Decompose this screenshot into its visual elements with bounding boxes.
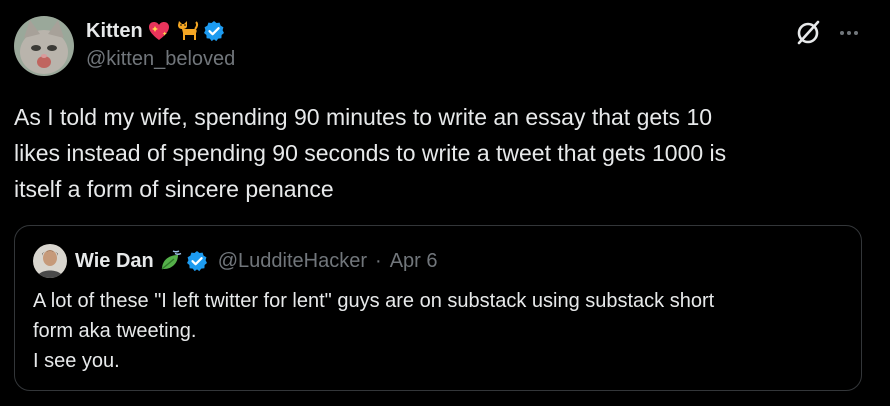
leaf-fluttering-in-wind-icon — [158, 249, 182, 273]
quoted-tweet-text: A lot of these "I left twitter for lent"… — [33, 290, 715, 372]
quoted-author-avatar[interactable] — [33, 244, 67, 278]
quoted-handle[interactable]: @LudditeHacker — [218, 250, 367, 273]
quoted-verified-badge-icon — [186, 250, 208, 272]
verified-badge-icon — [203, 20, 225, 42]
sparkling-heart-icon — [147, 19, 171, 43]
more-options-icon[interactable] — [834, 18, 864, 48]
grok-icon[interactable] — [793, 18, 823, 48]
quoted-date[interactable]: Apr 6 — [390, 250, 438, 273]
author-display-name[interactable]: Kitten — [86, 20, 143, 43]
quoted-author-row[interactable]: Wie Dan @LudditeHacker · Apr 6 — [75, 246, 438, 276]
quoted-separator: · — [375, 249, 382, 272]
author-avatar[interactable] — [14, 16, 74, 76]
quoted-tweet[interactable]: Wie Dan @LudditeHacker · Apr 6 A lot of … — [14, 225, 862, 391]
quoted-display-name[interactable]: Wie Dan — [75, 250, 154, 273]
author-name-row[interactable]: Kitten — [86, 16, 225, 46]
tweet: Kitten @kitten_beloved As I told my wife… — [0, 0, 890, 406]
tweet-text: As I told my wife, spending 90 minutes t… — [14, 104, 727, 202]
cat-icon — [175, 19, 199, 43]
author-handle[interactable]: @kitten_beloved — [86, 48, 235, 71]
